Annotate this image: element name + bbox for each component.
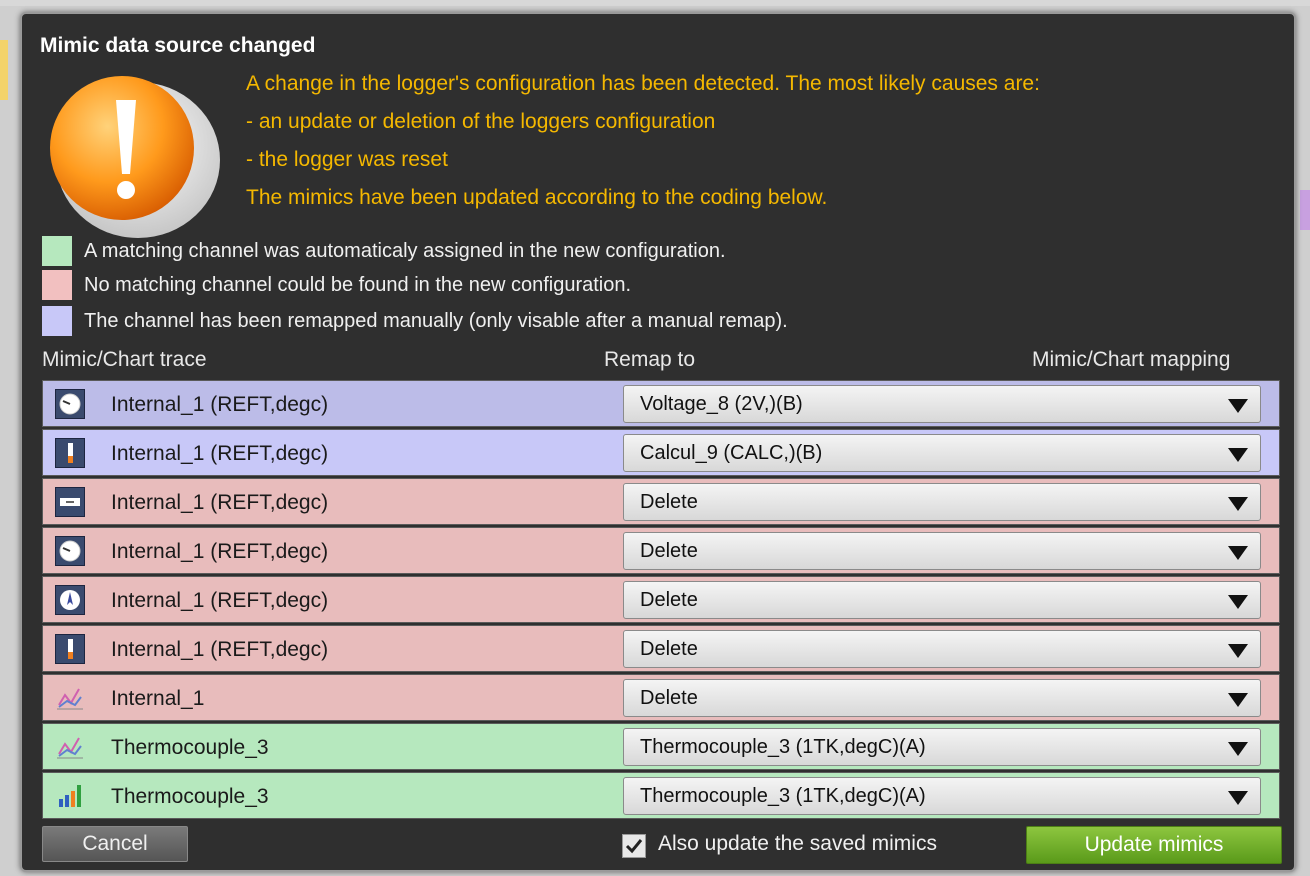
line-chart-icon bbox=[55, 732, 85, 762]
remap-select[interactable]: Delete bbox=[623, 581, 1261, 619]
background-strip-top bbox=[0, 0, 1310, 6]
warning-icon bbox=[50, 76, 220, 238]
legend-none: No matching channel could be found in th… bbox=[42, 270, 631, 300]
update-mimics-button[interactable]: Update mimics bbox=[1026, 826, 1282, 864]
table-row: Thermocouple_3 Thermocouple_3 (1TK,degC)… bbox=[42, 723, 1280, 770]
column-header-mapping: Mimic/Chart mapping bbox=[1032, 348, 1231, 371]
update-saved-mimics-checkbox[interactable] bbox=[622, 834, 646, 858]
thermometer-icon bbox=[55, 634, 85, 664]
trace-label: Internal_1 (REFT,degc) bbox=[111, 491, 329, 514]
table-row: Internal_1 (REFT,degc) Delete bbox=[42, 527, 1280, 574]
column-header-remap: Remap to bbox=[604, 348, 696, 371]
line-chart-icon bbox=[55, 683, 85, 713]
background-accent-left bbox=[0, 40, 8, 100]
remap-select-value: Thermocouple_3 (1TK,degC)(A) bbox=[640, 736, 926, 758]
trace-label: Thermocouple_3 bbox=[111, 736, 269, 759]
remap-select[interactable]: Voltage_8 (2V,)(B) bbox=[623, 385, 1261, 423]
remap-select[interactable]: Thermocouple_3 (1TK,degC)(A) bbox=[623, 777, 1261, 815]
dropdown-arrow-icon[interactable] bbox=[1228, 693, 1248, 707]
table-row: Internal_1 Delete bbox=[42, 674, 1280, 721]
table-row: Internal_1 (REFT,degc) Calcul_9 (CALC,)(… bbox=[42, 429, 1280, 476]
dropdown-arrow-icon[interactable] bbox=[1228, 448, 1248, 462]
compass-icon bbox=[55, 585, 85, 615]
trace-label: Internal_1 (REFT,degc) bbox=[111, 589, 329, 612]
background-accent-right bbox=[1300, 190, 1310, 230]
dropdown-arrow-icon[interactable] bbox=[1228, 791, 1248, 805]
dropdown-arrow-icon[interactable] bbox=[1228, 497, 1248, 511]
legend-manual: The channel has been remapped manually (… bbox=[42, 306, 788, 336]
trace-label: Internal_1 (REFT,degc) bbox=[111, 638, 329, 661]
trace-label: Internal_1 (REFT,degc) bbox=[111, 540, 329, 563]
table-row: Internal_1 (REFT,degc) Delete bbox=[42, 625, 1280, 672]
remap-select-value: Delete bbox=[640, 540, 698, 562]
trace-label: Thermocouple_3 bbox=[111, 785, 269, 808]
legend-text: The channel has been remapped manually (… bbox=[84, 309, 788, 332]
trace-label: Internal_1 bbox=[111, 687, 205, 710]
remap-select-value: Delete bbox=[640, 589, 698, 611]
remap-select-value: Delete bbox=[640, 491, 698, 513]
table-row: Thermocouple_3 Thermocouple_3 (1TK,degC)… bbox=[42, 772, 1280, 819]
thermometer-icon bbox=[55, 438, 85, 468]
legend-swatch-red bbox=[42, 270, 72, 300]
mimic-data-source-dialog: Mimic data source changed A change in th… bbox=[20, 12, 1296, 872]
gauge-icon bbox=[55, 536, 85, 566]
message-line-3: - the logger was reset bbox=[246, 148, 448, 171]
dropdown-arrow-icon[interactable] bbox=[1228, 644, 1248, 658]
trace-label: Internal_1 (REFT,degc) bbox=[111, 393, 329, 416]
dropdown-arrow-icon[interactable] bbox=[1228, 546, 1248, 560]
remap-select-value: Calcul_9 (CALC,)(B) bbox=[640, 442, 823, 464]
remap-select-value: Thermocouple_3 (1TK,degC)(A) bbox=[640, 785, 926, 807]
bar-chart-icon bbox=[55, 781, 85, 811]
gauge-icon bbox=[55, 389, 85, 419]
remap-select-value: Delete bbox=[640, 687, 698, 709]
legend-swatch-blue bbox=[42, 306, 72, 336]
legend-swatch-green bbox=[42, 236, 72, 266]
table-row: Internal_1 (REFT,degc) Voltage_8 (2V,)(B… bbox=[42, 380, 1280, 427]
message-line-2: - an update or deletion of the loggers c… bbox=[246, 110, 716, 133]
digital-display-icon bbox=[55, 487, 85, 517]
remap-select-value: Delete bbox=[640, 638, 698, 660]
trace-label: Internal_1 (REFT,degc) bbox=[111, 442, 329, 465]
remap-select[interactable]: Delete bbox=[623, 532, 1261, 570]
dropdown-arrow-icon[interactable] bbox=[1228, 595, 1248, 609]
remap-select[interactable]: Thermocouple_3 (1TK,degC)(A) bbox=[623, 728, 1261, 766]
remap-select[interactable]: Delete bbox=[623, 630, 1261, 668]
update-saved-mimics-label[interactable]: Also update the saved mimics bbox=[658, 832, 937, 856]
checkmark-icon bbox=[625, 839, 643, 854]
remap-select[interactable]: Calcul_9 (CALC,)(B) bbox=[623, 434, 1261, 472]
column-header-trace: Mimic/Chart trace bbox=[42, 348, 207, 371]
dropdown-arrow-icon[interactable] bbox=[1228, 399, 1248, 413]
dropdown-arrow-icon[interactable] bbox=[1228, 742, 1248, 756]
remap-select[interactable]: Delete bbox=[623, 483, 1261, 521]
dialog-title: Mimic data source changed bbox=[40, 34, 316, 57]
legend-matched: A matching channel was automaticaly assi… bbox=[42, 236, 726, 266]
table-row: Internal_1 (REFT,degc) Delete bbox=[42, 576, 1280, 623]
message-line-1: A change in the logger's configuration h… bbox=[246, 72, 1040, 95]
table-row: Internal_1 (REFT,degc) Delete bbox=[42, 478, 1280, 525]
legend-text: No matching channel could be found in th… bbox=[84, 273, 632, 296]
mapping-table: Internal_1 (REFT,degc) Voltage_8 (2V,)(B… bbox=[42, 380, 1280, 821]
legend-text: A matching channel was automaticaly assi… bbox=[84, 239, 726, 262]
remap-select[interactable]: Delete bbox=[623, 679, 1261, 717]
cancel-button[interactable]: Cancel bbox=[42, 826, 188, 862]
message-line-4: The mimics have been updated according t… bbox=[246, 186, 828, 209]
remap-select-value: Voltage_8 (2V,)(B) bbox=[640, 393, 803, 415]
